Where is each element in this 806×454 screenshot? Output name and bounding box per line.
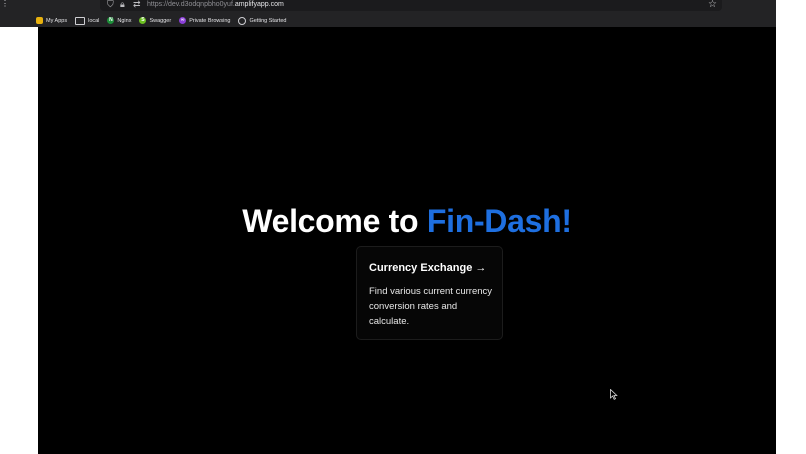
swagger-icon: S [139,17,147,24]
url-text[interactable]: https://dev.d3odqnpbho0yuf.amplifyapp.co… [147,0,284,9]
permissions-icon[interactable]: ⇄ [133,0,141,10]
page-content: Welcome to Fin-Dash! Currency Exchange →… [38,27,776,454]
globe-icon [238,16,247,25]
browser-chrome: ⋮ ⛉ 🔒︎ ⇄ https://dev.d3odqnpbho0yuf.ampl… [0,0,776,27]
bookmark-private-browsing[interactable]: ∞ Private Browsing [179,17,230,25]
bookmark-label: local [88,17,100,24]
screen: ⋮ ⛉ 🔒︎ ⇄ https://dev.d3odqnpbho0yuf.ampl… [0,0,806,454]
bookmark-star-icon[interactable]: ☆ [708,0,717,10]
brand-name: Fin-Dash! [426,203,572,239]
shield-icon[interactable]: ⛉ [107,0,114,10]
url-domain: amplifyapp.com [234,1,284,8]
bookmarks-bar: My Apps local N Nginx S Swagger ∞ Privat… [36,15,286,26]
bookmark-getting-started[interactable]: Getting Started [238,16,287,25]
bookmark-label: Nginx [117,17,132,24]
bookmark-label: My Apps [46,17,68,24]
url-prefix: https://dev.d3odqnpbho0yuf. [147,1,235,8]
toolbar: ⋮ ⛉ 🔒︎ ⇄ https://dev.d3odqnpbho0yuf.ampl… [0,0,776,12]
bookmark-label: Getting Started [249,17,287,24]
nginx-icon: N [107,17,115,24]
private-browsing-icon: ∞ [179,17,187,24]
page-title: Welcome to Fin-Dash! [38,201,776,241]
card-description: Find various current currency conversion… [369,286,493,327]
menu-icon[interactable]: ⋮ [1,0,9,8]
bookmark-nginx[interactable]: N Nginx [107,17,131,25]
welcome-text: Welcome to [242,203,427,239]
folder-icon [75,16,86,25]
bookmark-local[interactable]: local [75,16,100,25]
currency-exchange-card[interactable]: Currency Exchange → Find various current… [356,246,503,340]
bookmark-label: Swagger [149,17,172,24]
bookmark-swagger[interactable]: S Swagger [139,17,171,25]
lock-icon[interactable]: 🔒︎ [120,0,125,10]
bookmark-label: Private Browsing [189,17,231,24]
address-bar[interactable]: ⛉ 🔒︎ ⇄ https://dev.d3odqnpbho0yuf.amplif… [100,0,722,11]
apps-icon [36,17,43,24]
bookmark-my-apps[interactable]: My Apps [36,17,67,25]
card-title[interactable]: Currency Exchange → [369,261,490,275]
